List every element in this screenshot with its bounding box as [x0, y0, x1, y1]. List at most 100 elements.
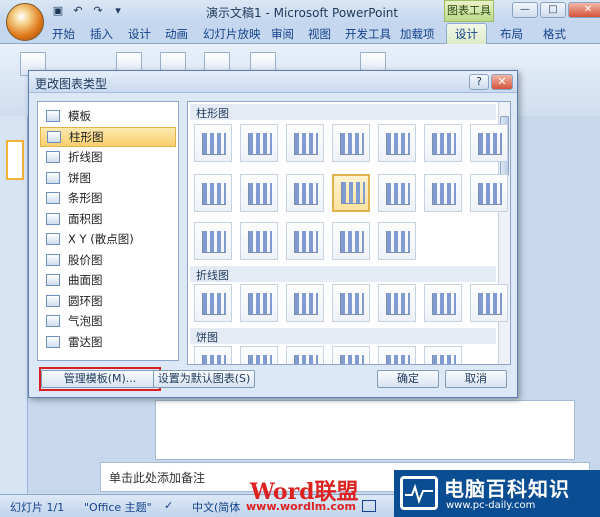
tab-addins[interactable]: 加载项 [400, 26, 435, 42]
tab-review[interactable]: 审阅 [271, 26, 294, 42]
dialog-title: 更改图表类型 [35, 77, 108, 91]
column-subtype-thumb[interactable] [240, 222, 278, 260]
pie-subtype-thumb[interactable] [194, 346, 232, 364]
chart-type-item[interactable]: 气泡图 [40, 311, 176, 331]
column-subtype-thumb[interactable] [424, 174, 462, 212]
tab-view[interactable]: 视图 [308, 26, 331, 42]
line-subtype-thumb[interactable] [240, 284, 278, 322]
pie-subtype-thumb[interactable] [378, 346, 416, 364]
chart-preview-icon [478, 293, 502, 315]
set-default-chart-button[interactable]: 设置为默认图表(S) [153, 370, 255, 388]
chart-preview-icon [202, 293, 226, 315]
line-subtype-thumb[interactable] [378, 284, 416, 322]
line-subtype-thumb[interactable] [194, 284, 232, 322]
tab-developer[interactable]: 开发工具 [345, 26, 391, 42]
slide-thumbnail[interactable] [6, 140, 24, 180]
column-subtype-thumb[interactable] [470, 174, 508, 212]
help-button[interactable]: ? [469, 74, 489, 90]
column-subtype-thumb[interactable] [332, 174, 370, 212]
column-subtype-thumb[interactable] [424, 124, 462, 162]
save-icon[interactable]: ▣ [50, 3, 66, 19]
column-subtype-thumb[interactable] [470, 124, 508, 162]
column-subtype-thumb[interactable] [286, 174, 324, 212]
chart-preview-icon [202, 231, 226, 253]
column-subtype-thumb[interactable] [286, 222, 324, 260]
context-tab-chart-tools: 图表工具 [444, 0, 494, 22]
chart-preview-icon [248, 133, 272, 155]
chart-type-item[interactable]: 饼图 [40, 168, 176, 188]
chart-type-item[interactable]: 圆环图 [40, 291, 176, 311]
tab-chart-format[interactable]: 格式 [543, 26, 566, 42]
spellcheck-icon[interactable]: ✓ [164, 499, 173, 512]
line-subtype-thumb[interactable] [286, 284, 324, 322]
qat-dropdown-icon[interactable]: ▾ [110, 3, 126, 19]
maximize-button[interactable]: □ [540, 2, 566, 18]
column-subtype-thumb[interactable] [332, 222, 370, 260]
chart-type-item[interactable]: X Y (散点图) [40, 229, 176, 249]
ok-button[interactable]: 确定 [377, 370, 439, 388]
chart-preview-icon [248, 183, 272, 205]
undo-icon[interactable]: ↶ [70, 3, 86, 19]
column-chart-icon [47, 130, 61, 143]
line-subtype-thumb[interactable] [332, 284, 370, 322]
chart-type-label: 饼图 [68, 170, 91, 185]
column-subtype-thumb[interactable] [332, 124, 370, 162]
cancel-button[interactable]: 取消 [445, 370, 507, 388]
chart-preview-icon [432, 355, 456, 364]
doughnut-chart-icon [46, 294, 60, 307]
column-subtype-thumb[interactable] [194, 124, 232, 162]
chart-type-label: 气泡图 [68, 314, 103, 328]
chart-preview-icon [248, 355, 272, 364]
column-subtype-thumb[interactable] [240, 174, 278, 212]
chart-type-item[interactable]: 面积图 [40, 209, 176, 229]
minimize-button[interactable]: — [512, 2, 538, 18]
scatter-chart-icon [46, 233, 60, 245]
dialog-close-button[interactable]: ✕ [491, 74, 513, 90]
chart-type-item[interactable]: 条形图 [40, 188, 176, 208]
pc-daily-title: 电脑百科知识 [444, 477, 570, 501]
tab-chart-design[interactable]: 设计 [446, 23, 487, 45]
tab-design[interactable]: 设计 [128, 26, 151, 42]
chart-type-item[interactable]: 雷达图 [40, 332, 176, 352]
tab-home[interactable]: 开始 [52, 26, 75, 42]
column-subtype-thumb[interactable] [378, 124, 416, 162]
chart-type-item[interactable]: 折线图 [40, 147, 176, 167]
chart-type-label: 条形图 [68, 191, 103, 205]
column-subtype-thumb[interactable] [240, 124, 278, 162]
chart-type-item[interactable]: 模板 [40, 106, 176, 126]
chart-preview-icon [294, 183, 318, 205]
line-subtype-thumb[interactable] [470, 284, 508, 322]
dialog-title-bar: 更改图表类型 ? ✕ [29, 71, 517, 93]
pie-subtype-thumb[interactable] [286, 346, 324, 364]
section-header-line: 折线图 [190, 266, 496, 282]
slide-canvas[interactable] [155, 400, 575, 460]
chart-type-item[interactable]: 柱形图 [40, 126, 176, 147]
tab-chart-layout[interactable]: 布局 [500, 26, 523, 42]
chart-preview-icon [432, 183, 456, 205]
normal-view-icon[interactable] [362, 500, 376, 512]
pie-subtype-thumb[interactable] [424, 346, 462, 364]
column-subtype-thumb[interactable] [378, 222, 416, 260]
bar-chart-icon [46, 192, 60, 204]
chart-type-item[interactable]: 股价图 [40, 250, 176, 270]
column-subtype-thumb[interactable] [286, 124, 324, 162]
column-subtype-thumb[interactable] [378, 174, 416, 212]
ribbon-tabs: 开始 插入 设计 动画 幻灯片放映 审阅 视图 开发工具 加载项 设计 布局 格… [0, 22, 600, 45]
redo-icon[interactable]: ↷ [90, 3, 106, 19]
pie-chart-icon [46, 171, 60, 184]
close-button[interactable]: ✕ [568, 2, 600, 18]
column-subtype-thumb[interactable] [194, 222, 232, 260]
tab-insert[interactable]: 插入 [90, 26, 113, 42]
pie-subtype-thumb[interactable] [240, 346, 278, 364]
tab-animation[interactable]: 动画 [165, 26, 188, 42]
chart-preview-icon [386, 231, 410, 253]
chart-type-item[interactable]: 曲面图 [40, 270, 176, 290]
column-subtype-thumb[interactable] [194, 174, 232, 212]
chart-preview-icon [340, 355, 364, 364]
wordlm-url: www.wordlm.com [246, 500, 356, 513]
office-button[interactable] [6, 3, 44, 41]
tab-slideshow[interactable]: 幻灯片放映 [203, 26, 261, 42]
line-subtype-thumb[interactable] [424, 284, 462, 322]
pie-subtype-thumb[interactable] [332, 346, 370, 364]
chart-type-label: 模板 [68, 109, 91, 123]
